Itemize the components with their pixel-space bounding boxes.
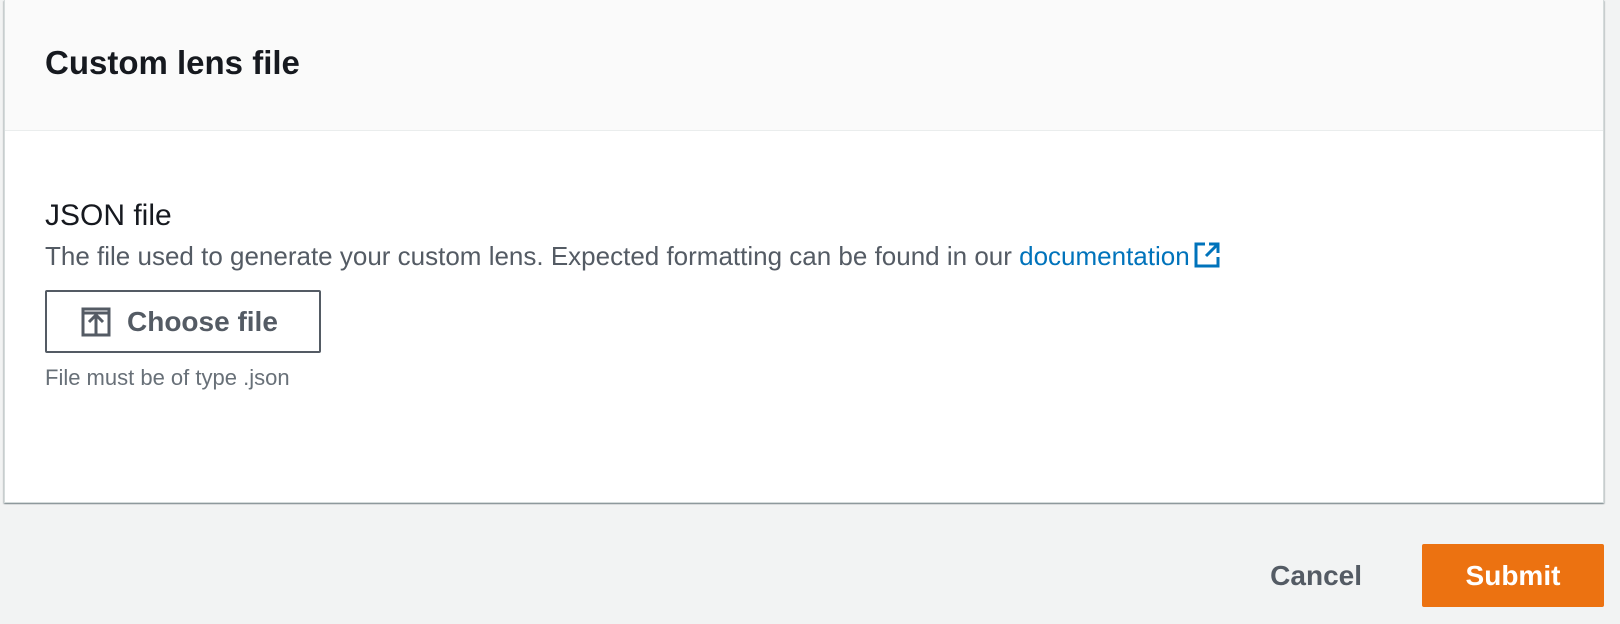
upload-icon xyxy=(81,307,111,337)
description-text: The file used to generate your custom le… xyxy=(45,241,1020,271)
custom-lens-file-container: Custom lens file JSON file The file used… xyxy=(4,0,1604,503)
submit-button[interactable]: Submit xyxy=(1422,544,1604,607)
choose-file-button[interactable]: Choose file xyxy=(45,290,321,353)
container-title: Custom lens file xyxy=(45,44,300,81)
page: Custom lens file JSON file The file used… xyxy=(0,0,1620,624)
cancel-button[interactable]: Cancel xyxy=(1246,544,1386,607)
container-body: JSON file The file used to generate your… xyxy=(5,131,1603,391)
json-file-label: JSON file xyxy=(45,199,172,232)
json-file-description: The file used to generate your custom le… xyxy=(45,237,1563,280)
container-header: Custom lens file xyxy=(5,0,1603,131)
file-type-constraint: File must be of type .json xyxy=(45,365,290,390)
documentation-link-label: documentation xyxy=(1019,241,1190,271)
form-actions: Cancel Submit xyxy=(1246,544,1604,607)
choose-file-label: Choose file xyxy=(127,305,278,337)
external-link-icon xyxy=(1192,240,1222,280)
documentation-link[interactable]: documentation xyxy=(1019,241,1222,271)
